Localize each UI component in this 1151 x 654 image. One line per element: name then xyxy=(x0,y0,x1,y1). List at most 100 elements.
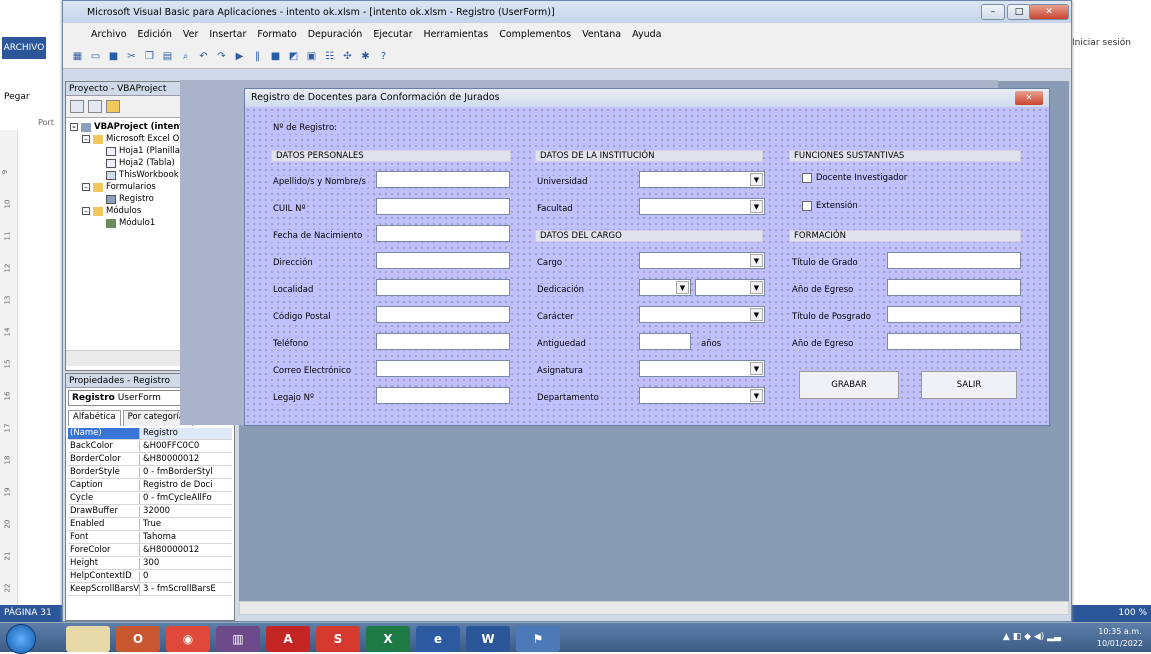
property-row[interactable]: Height 300 xyxy=(68,558,232,570)
toggle-folders-icon[interactable] xyxy=(106,100,120,113)
tree-node-modulo1[interactable]: Módulo1 xyxy=(106,218,155,228)
anio-egreso-grado-input[interactable] xyxy=(887,279,1021,296)
copy-icon[interactable]: ❐ xyxy=(143,50,156,63)
property-value[interactable]: Tahoma xyxy=(140,532,232,543)
excel-view-icon[interactable]: ▦ xyxy=(71,50,84,63)
word-pegar-button[interactable]: Pegar xyxy=(4,92,30,102)
checkbox-box[interactable] xyxy=(802,173,812,183)
design-hscrollbar[interactable] xyxy=(239,601,1069,615)
project-explorer-icon[interactable]: ▣ xyxy=(305,50,318,63)
clock[interactable]: 10:35 a.m. 10/01/2022 xyxy=(1097,626,1143,650)
start-button[interactable] xyxy=(6,624,36,654)
toolbox-icon[interactable]: ✱ xyxy=(359,50,372,63)
titulo-posgrado-input[interactable] xyxy=(887,306,1021,323)
property-row[interactable]: Font Tahoma xyxy=(68,532,232,544)
legajo-input[interactable] xyxy=(376,387,510,404)
property-row[interactable]: (Name) Registro xyxy=(68,428,232,440)
dropdown-arrow-icon[interactable]: ▼ xyxy=(750,281,763,294)
grabar-button[interactable]: GRABAR xyxy=(799,371,899,399)
chrome-icon[interactable]: ◉ xyxy=(166,626,210,652)
menu-complementos[interactable]: Complementos xyxy=(499,29,571,40)
tree-node-thisworkbook[interactable]: ThisWorkbook xyxy=(106,170,179,180)
property-value[interactable]: &H00FFC0C0 xyxy=(140,441,232,452)
property-row[interactable]: Caption Registro de Doci xyxy=(68,480,232,492)
caracter-combo[interactable]: ▼ xyxy=(639,306,765,323)
office-icon[interactable]: O xyxy=(116,626,160,652)
checkbox-box[interactable] xyxy=(802,201,812,211)
dropdown-arrow-icon[interactable]: ▼ xyxy=(750,389,763,402)
property-value[interactable]: True xyxy=(140,519,232,530)
cut-icon[interactable]: ✂ xyxy=(125,50,138,63)
menu-edicion[interactable]: Edición xyxy=(138,29,172,40)
minimize-button[interactable]: – xyxy=(981,4,1005,20)
acrobat-icon[interactable]: A xyxy=(266,626,310,652)
correo-input[interactable] xyxy=(376,360,510,377)
redo-icon[interactable]: ↷ xyxy=(215,50,228,63)
menu-herramientas[interactable]: Herramientas xyxy=(424,29,489,40)
property-row[interactable]: HelpContextID 0 xyxy=(68,571,232,583)
menu-ventana[interactable]: Ventana xyxy=(582,29,621,40)
menu-depuracion[interactable]: Depuración xyxy=(308,29,363,40)
dropdown-arrow-icon[interactable]: ▼ xyxy=(750,254,763,267)
object-browser-icon[interactable]: ✣ xyxy=(341,50,354,63)
codigo-postal-input[interactable] xyxy=(376,306,510,323)
property-row[interactable]: BackColor &H00FFC0C0 xyxy=(68,441,232,453)
telefono-input[interactable] xyxy=(376,333,510,350)
universidad-combo[interactable]: ▼ xyxy=(639,171,765,188)
menu-formato[interactable]: Formato xyxy=(257,29,296,40)
zoom-level[interactable]: 100 % xyxy=(1118,608,1147,618)
menu-archivo[interactable]: Archivo xyxy=(91,29,127,40)
property-value[interactable]: 3 - fmScrollBarsE xyxy=(140,584,232,595)
help-icon[interactable]: ? xyxy=(377,50,390,63)
dropdown-arrow-icon[interactable]: ▼ xyxy=(676,281,689,294)
dedicacion-horas-combo[interactable]: ▼ xyxy=(695,279,765,296)
cuil-input[interactable] xyxy=(376,198,510,215)
menu-ayuda[interactable]: Ayuda xyxy=(632,29,661,40)
tree-node-modulos[interactable]: – Módulos xyxy=(82,206,141,216)
maximize-button[interactable]: □ xyxy=(1007,4,1031,20)
userform-registro[interactable]: Registro de Docentes para Conformación d… xyxy=(244,88,1050,426)
direccion-input[interactable] xyxy=(376,252,510,269)
property-row[interactable]: Cycle 0 - fmCycleAllFo xyxy=(68,493,232,505)
property-row[interactable]: BorderStyle 0 - fmBorderStyl xyxy=(68,467,232,479)
tree-node-hoja1[interactable]: Hoja1 (Planilla) xyxy=(106,146,183,156)
antiguedad-input[interactable] xyxy=(639,333,691,350)
winrar-icon[interactable]: ▥ xyxy=(216,626,260,652)
titulo-grado-input[interactable] xyxy=(887,252,1021,269)
localidad-input[interactable] xyxy=(376,279,510,296)
property-row[interactable]: ForeColor &H80000012 xyxy=(68,545,232,557)
view-code-icon[interactable] xyxy=(70,100,84,113)
property-value[interactable]: &H80000012 xyxy=(140,545,232,556)
property-row[interactable]: DrawBuffer 32000 xyxy=(68,506,232,518)
tab-alfabetica[interactable]: Alfabética xyxy=(68,410,121,426)
network-app-icon[interactable]: ⚑ xyxy=(516,626,560,652)
dedicacion-combo[interactable]: ▼ xyxy=(639,279,691,296)
property-value[interactable]: Registro xyxy=(140,428,232,439)
salir-button[interactable]: SALIR xyxy=(921,371,1017,399)
userform-close-icon[interactable]: ✕ xyxy=(1015,91,1043,105)
design-mode-icon[interactable]: ◩ xyxy=(287,50,300,63)
fecha-nacimiento-input[interactable] xyxy=(376,225,510,242)
run-icon[interactable]: ▶ xyxy=(233,50,246,63)
departamento-combo[interactable]: ▼ xyxy=(639,387,765,404)
property-value[interactable]: 0 xyxy=(140,571,232,582)
word-archivo-tab[interactable]: ARCHIVO xyxy=(2,37,46,59)
facultad-combo[interactable]: ▼ xyxy=(639,198,765,215)
iniciar-sesion-link[interactable]: Iniciar sesión xyxy=(1072,38,1131,48)
menu-ejecutar[interactable]: Ejecutar xyxy=(373,29,412,40)
paste-icon[interactable]: ▤ xyxy=(161,50,174,63)
find-icon[interactable]: ⌕ xyxy=(179,50,192,63)
asignatura-combo[interactable]: ▼ xyxy=(639,360,765,377)
property-row[interactable]: BorderColor &H80000012 xyxy=(68,454,232,466)
word-icon[interactable]: W xyxy=(466,626,510,652)
docente-investigador-checkbox[interactable]: Docente Investigador xyxy=(801,172,909,184)
tree-node-formularios[interactable]: – Formularios xyxy=(82,182,156,192)
property-value[interactable]: &H80000012 xyxy=(140,454,232,465)
explorer-icon[interactable] xyxy=(66,626,110,652)
save-icon[interactable]: ■ xyxy=(107,50,120,63)
stop-icon[interactable]: ■ xyxy=(269,50,282,63)
excel-icon[interactable]: X xyxy=(366,626,410,652)
tray-icons[interactable]: ▲ ◧ ◆ ◀) ▂▃ xyxy=(1003,632,1061,642)
anio-egreso-posgrado-input[interactable] xyxy=(887,333,1021,350)
property-value[interactable]: 32000 xyxy=(140,506,232,517)
